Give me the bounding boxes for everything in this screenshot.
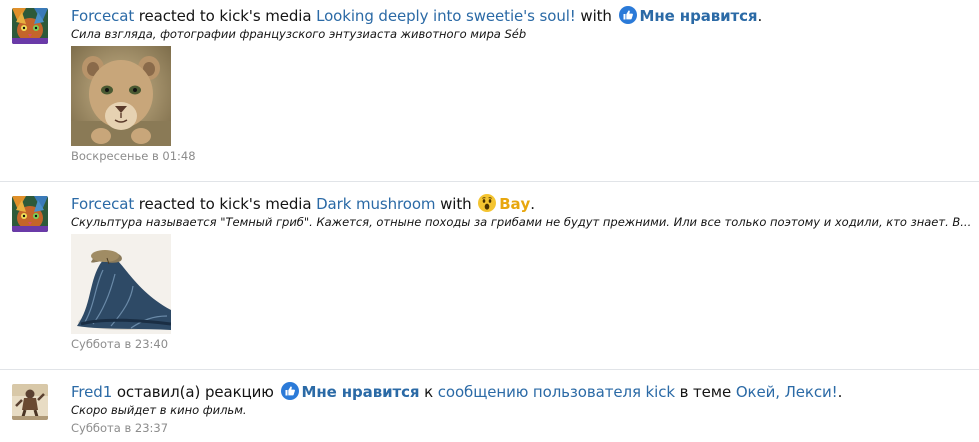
feed-headline: Forcecat reacted to kick's media Dark mu…: [71, 194, 975, 214]
avatar-forcecat[interactable]: [12, 196, 48, 232]
like-icon: [618, 6, 637, 24]
media-thumbnail-lion-cub[interactable]: [71, 46, 171, 146]
media-description: Сила взгляда, фотографии французского эн…: [71, 27, 527, 41]
lion-cub-image: [71, 46, 171, 146]
sentence-end: .: [530, 195, 535, 213]
feed-headline: Forcecat reacted to kick's media Looking…: [71, 6, 975, 26]
post-snippet: Скоро выйдет в кино фильм.: [71, 403, 247, 417]
post-link[interactable]: сообщению пользователя kick: [438, 383, 675, 401]
avatar-fred1[interactable]: [12, 384, 48, 420]
action-text: reacted to kick's media: [138, 195, 312, 213]
mushroom-sculpture-image: [71, 234, 171, 334]
feed-item: Fred1 оставил(а) реакцию Мне нравится к …: [0, 370, 979, 442]
figure-avatar-icon: [12, 384, 48, 420]
user-link[interactable]: Forcecat: [71, 195, 134, 213]
user-link[interactable]: Forcecat: [71, 7, 134, 25]
connector-text: with: [440, 195, 472, 213]
media-description: Скульптура называется "Темный гриб". Каж…: [71, 215, 972, 229]
media-link[interactable]: Looking deeply into sweetie's soul!: [316, 7, 576, 25]
cat-avatar-icon: [12, 8, 48, 44]
avatar-forcecat[interactable]: [12, 8, 48, 44]
reaction-label: Мне нравится: [639, 7, 758, 25]
reaction-label: Мне нравится: [301, 383, 420, 401]
reaction-label: Вау: [499, 195, 531, 213]
reaction-like[interactable]: Мне нравится: [617, 6, 758, 25]
thread-link[interactable]: Окей, Лекси!: [736, 383, 838, 401]
reaction-wow[interactable]: Вау: [476, 194, 531, 213]
user-link[interactable]: Fred1: [71, 383, 112, 401]
like-icon: [280, 382, 299, 400]
sentence-end: .: [837, 383, 843, 401]
feed-item: Forcecat reacted to kick's media Looking…: [0, 0, 979, 182]
media-link[interactable]: Dark mushroom: [316, 195, 435, 213]
timestamp[interactable]: Воскресенье в 01:48: [71, 148, 975, 164]
timestamp[interactable]: Суббота в 23:40: [71, 336, 975, 352]
action-text: оставил(а) реакцию: [116, 383, 274, 401]
connector-text: к: [424, 383, 434, 401]
cat-avatar-icon: [12, 196, 48, 232]
feed-item: Forcecat reacted to kick's media Dark mu…: [0, 182, 979, 370]
feed-headline: Fred1 оставил(а) реакцию Мне нравится к …: [71, 382, 975, 402]
sentence-end: .: [757, 7, 763, 25]
action-text: reacted to kick's media: [138, 7, 312, 25]
activity-feed: Forcecat reacted to kick's media Looking…: [0, 0, 979, 442]
wow-icon: [478, 194, 497, 212]
reaction-like[interactable]: Мне нравится: [279, 382, 420, 401]
connector-text: with: [580, 7, 612, 25]
media-thumbnail-dark-mushroom[interactable]: [71, 234, 171, 334]
timestamp[interactable]: Суббота в 23:37: [71, 420, 975, 436]
location-prefix: в теме: [679, 383, 732, 401]
